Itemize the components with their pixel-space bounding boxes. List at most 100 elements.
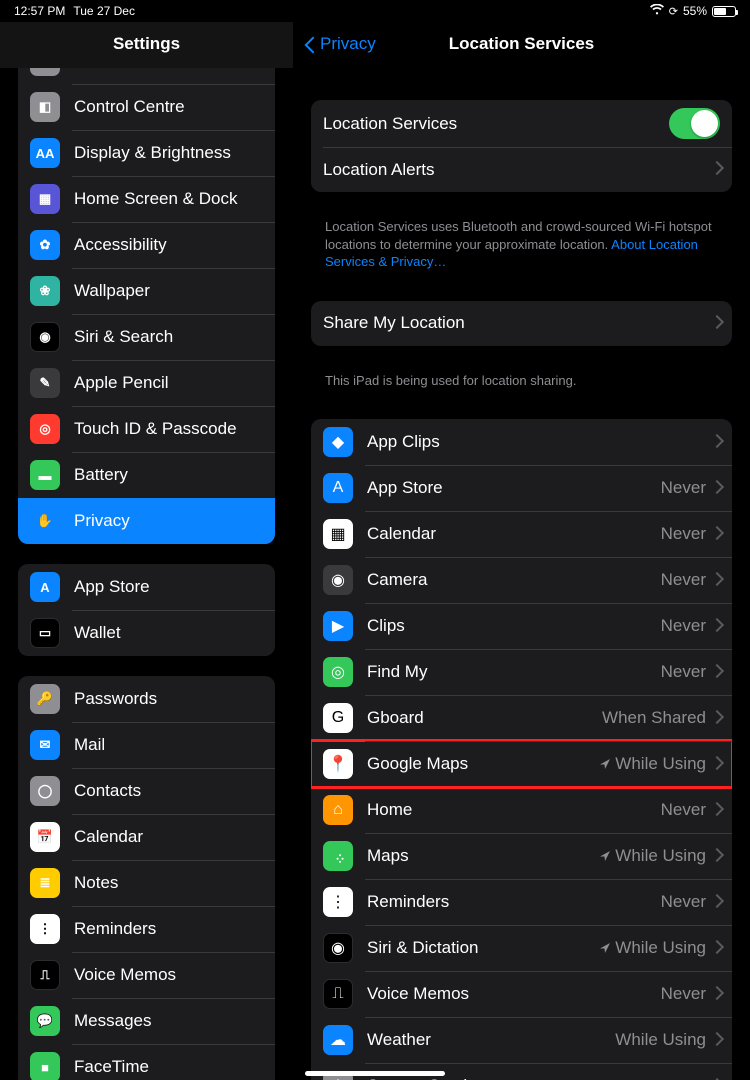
app-appclips-icon: ◆: [323, 427, 353, 457]
sidebar-title: Settings: [0, 22, 293, 68]
location-services-toggle-row[interactable]: Location Services: [311, 100, 732, 147]
app-googlemaps[interactable]: 📍Google MapsWhile Using: [311, 741, 732, 787]
app-camera[interactable]: ◉CameraNever: [311, 557, 732, 603]
sidebar-item-label: Notes: [74, 873, 263, 893]
battery-percent: 55%: [683, 4, 707, 18]
sidebar-item-messages[interactable]: 💬 Messages: [18, 998, 275, 1044]
sidebar-item-label: FaceTime: [74, 1057, 263, 1077]
app-home[interactable]: ⌂HomeNever: [311, 787, 732, 833]
app-appclips[interactable]: ◆App Clips: [311, 419, 732, 465]
sidebar-item-siri-icon: ◉: [30, 322, 60, 352]
sidebar-item-notes[interactable]: ≣Notes: [18, 860, 275, 906]
sidebar-item-home-screen-icon: ▦: [30, 184, 60, 214]
row-value: Never: [661, 570, 706, 590]
share-my-location-row[interactable]: Share My Location: [311, 301, 732, 346]
row-label: System Services: [367, 1076, 696, 1080]
toggle-on-icon[interactable]: [669, 108, 720, 139]
row-label: Share My Location: [323, 313, 712, 333]
row-label: Calendar: [367, 524, 661, 544]
location-arrow-icon: [599, 942, 611, 954]
status-date: Tue 27 Dec: [73, 4, 135, 18]
location-alerts-row[interactable]: Location Alerts: [311, 147, 732, 192]
sidebar-item-calendar[interactable]: 📅Calendar: [18, 814, 275, 860]
sidebar-item-wallpaper[interactable]: ❀Wallpaper: [18, 268, 275, 314]
sidebar-item-calendar-icon: 📅: [30, 822, 60, 852]
sidebar-item-label: Battery: [74, 465, 263, 485]
sidebar-item-voicememos[interactable]: ⎍Voice Memos: [18, 952, 275, 998]
app-reminders-app-icon: ⋮: [323, 887, 353, 917]
sidebar-item-display[interactable]: AADisplay & Brightness: [18, 130, 275, 176]
sidebar-item-passwords[interactable]: 🔑Passwords: [18, 676, 275, 722]
sidebar-item-appstore[interactable]: AApp Store: [18, 564, 275, 610]
chevron-right-icon: [712, 436, 720, 449]
row-value: When Shared: [602, 708, 706, 728]
sidebar-item-general[interactable]: ⚙︎General: [18, 68, 275, 84]
app-voicememos[interactable]: ⎍Voice MemosNever: [311, 971, 732, 1017]
app-maps-icon: ᠅: [323, 841, 353, 871]
wifi-icon: [650, 4, 664, 18]
chevron-right-icon: [712, 317, 720, 330]
row-value: Never: [661, 984, 706, 1004]
status-time: 12:57 PM: [14, 4, 65, 18]
row-value: Never: [661, 662, 706, 682]
row-label: Location Services: [323, 114, 669, 134]
sidebar-item-label: Passwords: [74, 689, 263, 709]
sidebar-item-label: General: [74, 68, 263, 71]
app-weather[interactable]: ☁WeatherWhile Using: [311, 1017, 732, 1063]
app-siri-icon: ◉: [323, 933, 353, 963]
app-reminders-app[interactable]: ⋮RemindersNever: [311, 879, 732, 925]
sidebar-item-accessibility[interactable]: ✿Accessibility: [18, 222, 275, 268]
app-camera-icon: ◉: [323, 565, 353, 595]
app-clips[interactable]: ▶ClipsNever: [311, 603, 732, 649]
sidebar-item-pencil[interactable]: ✎Apple Pencil: [18, 360, 275, 406]
sidebar-item-reminders[interactable]: ⋮Reminders: [18, 906, 275, 952]
sidebar-item-display-icon: AA: [30, 138, 60, 168]
back-button[interactable]: Privacy: [303, 34, 376, 54]
sidebar-item-label: Wallet: [74, 623, 263, 643]
sidebar-item-control-centre[interactable]: ◧Control Centre: [18, 84, 275, 130]
sidebar-item-mail[interactable]: ✉Mail: [18, 722, 275, 768]
sidebar-item-label: Siri & Search: [74, 327, 263, 347]
sidebar-item-wallet[interactable]: ▭Wallet: [18, 610, 275, 656]
row-label: Maps: [367, 846, 599, 866]
sidebar-item-label: Privacy: [74, 511, 263, 531]
sidebar-item-contacts[interactable]: ◯Contacts: [18, 768, 275, 814]
row-value: Never: [661, 892, 706, 912]
sidebar-item-label: Messages: [74, 1011, 263, 1031]
chevron-left-icon: [305, 34, 317, 54]
sidebar-item-label: Control Centre: [74, 97, 263, 117]
app-appstore-icon: A: [323, 473, 353, 503]
app-clips-icon: ▶: [323, 611, 353, 641]
sidebar-item-label: Home Screen & Dock: [74, 189, 263, 209]
share-location-group: Share My Location: [311, 301, 732, 346]
app-siri[interactable]: ◉Siri & DictationWhile Using: [311, 925, 732, 971]
sidebar-item-touchid[interactable]: ◎Touch ID & Passcode: [18, 406, 275, 452]
battery-icon: [712, 6, 736, 17]
home-indicator[interactable]: [305, 1071, 445, 1076]
app-appstore[interactable]: AApp StoreNever: [311, 465, 732, 511]
footnote-share-location: This iPad is being used for location sha…: [311, 366, 732, 390]
row-label: Gboard: [367, 708, 602, 728]
sidebar-item-home-screen[interactable]: ▦ Home Screen & Dock: [18, 176, 275, 222]
sidebar-item-privacy[interactable]: ✋Privacy: [18, 498, 275, 544]
app-findmy[interactable]: ◎Find MyNever: [311, 649, 732, 695]
app-maps[interactable]: ᠅ Maps While Using: [311, 833, 732, 879]
location-arrow-icon: [599, 850, 611, 862]
app-calendar[interactable]: ▦CalendarNever: [311, 511, 732, 557]
settings-sidebar: Settings ⚙︎General◧Control CentreAADispl…: [0, 22, 293, 1080]
chevron-right-icon: [712, 896, 720, 909]
sidebar-item-label: Reminders: [74, 919, 263, 939]
sidebar-item-facetime[interactable]: ■FaceTime: [18, 1044, 275, 1080]
row-label: Google Maps: [367, 754, 599, 774]
sidebar-item-messages-icon: 💬: [30, 1006, 60, 1036]
chevron-right-icon: [712, 528, 720, 541]
sidebar-item-battery[interactable]: ▬Battery: [18, 452, 275, 498]
app-gboard[interactable]: GGboardWhen Shared: [311, 695, 732, 741]
chevron-right-icon: [712, 804, 720, 817]
row-value: While Using: [615, 846, 706, 866]
chevron-right-icon: [712, 712, 720, 725]
location-services-group: Location Services Location Alerts: [311, 100, 732, 192]
sidebar-item-siri[interactable]: ◉ Siri & Search: [18, 314, 275, 360]
sidebar-item-pencil-icon: ✎: [30, 368, 60, 398]
app-voicememos-icon: ⎍: [323, 979, 353, 1009]
